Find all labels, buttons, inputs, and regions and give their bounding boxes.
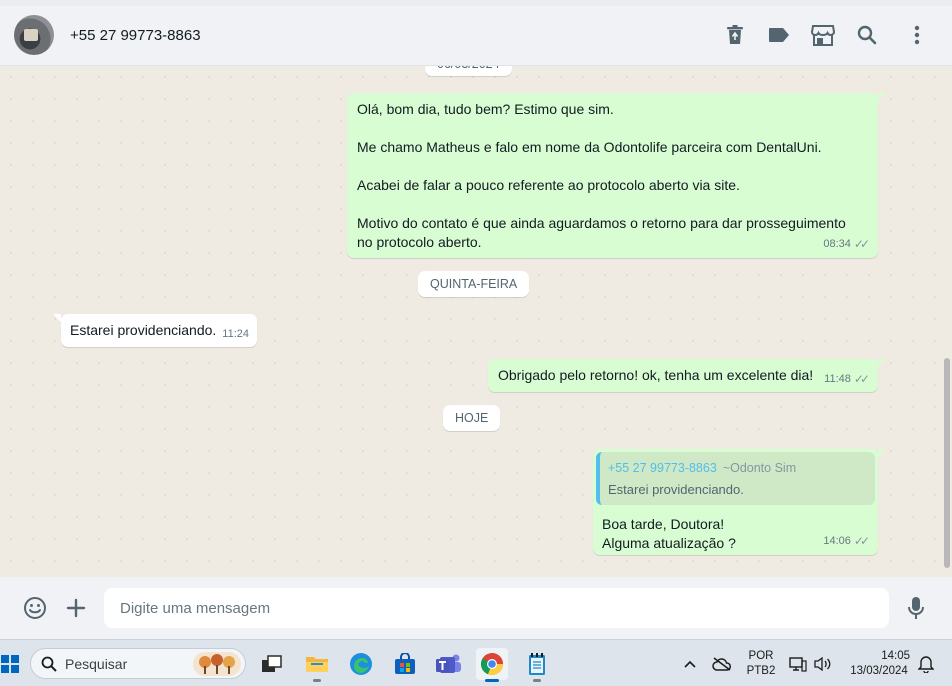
chat-pane[interactable]: 06/03/2024 Olá, bom dia, tudo bem? Estim…: [0, 66, 952, 577]
more-vert-icon[interactable]: [903, 21, 931, 49]
windows-taskbar: Pesquisar POR PTB2 14:05 13/03/2024: [0, 639, 952, 686]
date-divider: QUINTA-FEIRA: [418, 271, 530, 297]
store-icon[interactable]: [809, 21, 837, 49]
keyboard-layout-code: PTB2: [746, 665, 776, 677]
volume-icon[interactable]: [810, 648, 836, 680]
message-text: Acabei de falar a pouco referente ao pro…: [357, 177, 740, 193]
contact-name[interactable]: +55 27 99773-8863: [70, 27, 201, 44]
network-icon[interactable]: [786, 648, 810, 680]
avatar[interactable]: [14, 15, 54, 55]
message-time: 08:34: [823, 238, 851, 250]
date-divider-partial: 06/03/2024: [425, 66, 512, 76]
message-time: 11:24: [222, 328, 249, 340]
plus-icon[interactable]: [63, 595, 89, 621]
notification-bell-icon[interactable]: [914, 648, 938, 680]
emoji-icon[interactable]: [22, 595, 48, 621]
teams-icon[interactable]: [433, 648, 465, 680]
label-icon[interactable]: [765, 21, 793, 49]
double-check-icon: ✓✓: [853, 237, 870, 251]
clock-date: 13/03/2024: [850, 665, 908, 677]
double-check-icon: ✓✓: [853, 534, 870, 548]
taskbar-search-label: Pesquisar: [65, 655, 128, 672]
message-outgoing[interactable]: Obrigado pelo retorno! ok, tenha um exce…: [488, 359, 886, 392]
task-view-icon[interactable]: [256, 648, 288, 680]
chat-scrollbar[interactable]: [944, 358, 950, 568]
search-highlight-icon: [193, 652, 241, 676]
message-outgoing-reply[interactable]: +55 27 99773-8863 ~Odonto Sim Estarei pro…: [593, 449, 886, 555]
quoted-subtitle: ~Odonto Sim: [722, 461, 797, 475]
message-text: Estarei providenciando.: [70, 322, 217, 338]
message-time: 11:48: [824, 373, 851, 385]
chat-header: +55 27 99773-8863: [0, 6, 952, 66]
edge-icon[interactable]: [345, 648, 377, 680]
file-explorer-icon[interactable]: [301, 648, 333, 682]
quoted-message[interactable]: +55 27 99773-8863 ~Odonto Sim Estarei pro…: [596, 452, 875, 505]
trash-icon[interactable]: [721, 21, 749, 49]
taskbar-search[interactable]: Pesquisar: [30, 648, 246, 679]
store-app-icon[interactable]: [389, 648, 421, 680]
chevron-up-icon[interactable]: [675, 648, 705, 680]
message-incoming[interactable]: Estarei providenciando. 11:24: [53, 314, 257, 347]
date-divider: HOJE: [443, 405, 501, 431]
keyboard-language-code: POR: [748, 650, 774, 662]
cloud-offline-icon[interactable]: [707, 648, 737, 680]
message-input[interactable]: [104, 588, 889, 628]
message-composer: [0, 577, 952, 639]
notepad-icon[interactable]: [521, 648, 553, 682]
message-time: 14:06: [823, 535, 851, 547]
message-outgoing[interactable]: Olá, bom dia, tudo bem? Estimo que sim. …: [347, 93, 886, 258]
microphone-icon[interactable]: [903, 595, 929, 621]
taskbar-clock[interactable]: 14:05 13/03/2024: [842, 649, 916, 679]
keyboard-language[interactable]: POR PTB2: [744, 649, 778, 679]
search-icon[interactable]: [853, 21, 881, 49]
message-text: Obrigado pelo retorno! ok, tenha um exce…: [498, 367, 814, 383]
clock-time: 14:05: [881, 650, 910, 662]
message-text: Me chamo Matheus e falo em nome da Odont…: [357, 139, 822, 155]
windows-start-icon[interactable]: [0, 648, 26, 680]
quoted-text: Estarei providenciando.: [608, 482, 744, 497]
message-text: Olá, bom dia, tudo bem? Estimo que sim.: [357, 101, 614, 117]
chrome-icon[interactable]: [476, 648, 508, 682]
search-icon: [41, 656, 57, 672]
message-text: Motivo do contato é que ainda aguardamos…: [357, 215, 846, 250]
quoted-author: +55 27 99773-8863: [608, 461, 717, 475]
double-check-icon: ✓✓: [853, 372, 870, 386]
